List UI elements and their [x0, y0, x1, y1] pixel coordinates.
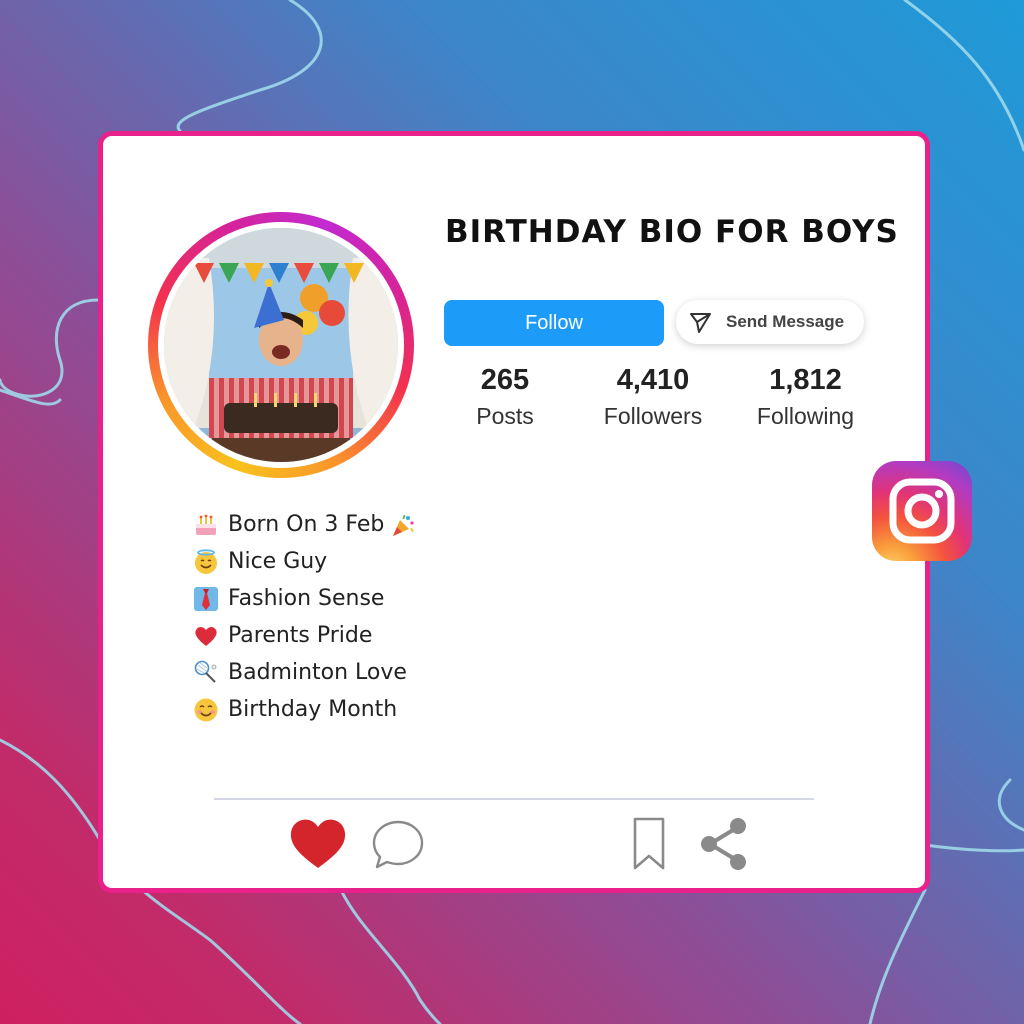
heart-icon[interactable] — [289, 818, 347, 870]
birthday-cake-icon — [196, 514, 216, 535]
smiling-halo-icon — [195, 548, 217, 574]
profile-card: BIRTHDAY BIO FOR BOYS Follow Send Messag… — [98, 131, 930, 893]
stat-following[interactable]: 1,812 Following — [743, 364, 868, 430]
bio-line: Fashion Sense — [193, 580, 425, 617]
share-icon[interactable] — [698, 816, 750, 872]
bio-line: Nice Guy — [193, 543, 425, 580]
bio-text: Fashion Sense — [228, 586, 385, 611]
send-message-button[interactable]: Send Message — [676, 300, 864, 344]
send-icon — [690, 313, 711, 333]
bio-line: Badminton Love — [193, 654, 425, 691]
stat-value: 4,410 — [616, 364, 690, 396]
instagram-logo-icon — [872, 461, 972, 561]
avatar[interactable] — [148, 212, 414, 478]
necktie-icon — [194, 586, 218, 611]
stat-followers[interactable]: 4,410 Followers — [588, 364, 718, 430]
profile-photo — [164, 228, 398, 462]
page-title: BIRTHDAY BIO FOR BOYS — [445, 214, 899, 250]
bio-text: Nice Guy — [228, 549, 328, 574]
send-message-label: Send Message — [726, 312, 845, 331]
divider — [214, 798, 814, 800]
bio-line: Parents Pride — [193, 617, 425, 654]
stat-label: Posts — [476, 403, 534, 429]
red-heart-icon — [195, 626, 217, 646]
bio-line: Born On 3 Feb — [193, 506, 425, 543]
bio-line: Birthday Month — [193, 691, 425, 728]
stat-label: Followers — [603, 403, 703, 429]
bio-text: Badminton Love — [228, 660, 407, 685]
comment-icon[interactable] — [371, 819, 425, 871]
stat-value: 265 — [480, 364, 530, 396]
party-popper-icon — [393, 514, 415, 536]
bio-list: Born On 3 Feb Nice Guy Fashion Sense Par… — [193, 506, 425, 728]
follow-button[interactable]: Follow — [444, 300, 664, 346]
stat-posts[interactable]: 265 Posts — [455, 364, 555, 430]
blush-smile-icon — [194, 698, 218, 721]
badminton-icon — [194, 660, 217, 683]
stat-value: 1,812 — [769, 364, 842, 396]
bio-text: Parents Pride — [228, 623, 373, 648]
bookmark-icon[interactable] — [632, 816, 666, 872]
stat-label: Following — [756, 403, 855, 429]
bio-text: Birthday Month — [228, 697, 398, 722]
bio-text: Born On 3 Feb — [228, 512, 385, 537]
